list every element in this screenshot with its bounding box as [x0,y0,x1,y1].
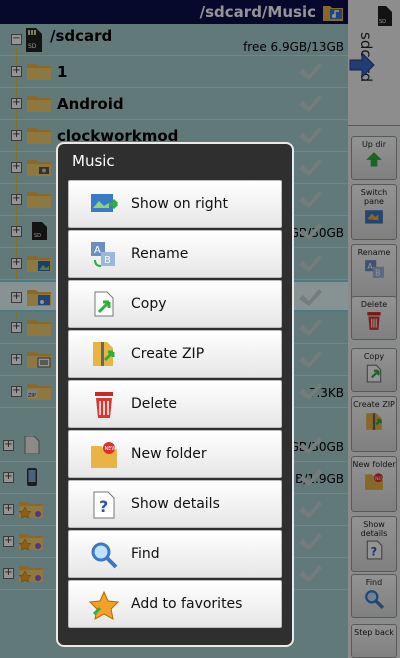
context-menu-dialog: Music Show on right A B Rename Copy Create ZI… [56,142,294,647]
menu-item-new-folder[interactable]: NEW New folder [68,430,282,478]
star-icon [89,590,119,620]
svg-text:?: ? [99,497,108,516]
svg-text:A: A [94,245,101,256]
menu-item-add-to-favorites[interactable]: Add to favorites [68,580,282,628]
rename-icon: AB [91,242,115,267]
menu-item-show-on-right[interactable]: Show on right [68,180,282,228]
magnifier-icon [91,542,118,569]
new-folder-icon: NEW [91,442,117,468]
menu-item-label: Delete [131,396,177,412]
menu-item-label: Show on right [131,196,229,212]
copy-icon [94,291,114,317]
menu-item-create-zip[interactable]: Create ZIP [68,330,282,378]
menu-item-label: Create ZIP [131,346,205,362]
svg-text:B: B [104,255,111,266]
menu-item-rename[interactable]: A B Rename [68,230,282,278]
menu-item-copy[interactable]: Copy [68,280,282,328]
details-icon: ? [93,491,115,519]
dialog-title: Music [72,152,115,170]
show-on-right-icon [91,194,119,212]
menu-item-label: Rename [131,246,189,262]
menu-item-find[interactable]: Find [68,530,282,578]
menu-item-delete[interactable]: Delete [68,380,282,428]
menu-item-label: Copy [131,296,167,312]
menu-item-show-details[interactable]: ? Show details [68,480,282,528]
menu-item-label: Add to favorites [131,596,243,612]
file-manager-screen: − SD /sdcard free 6.9GB/13GB +1 + Android +… [0,0,400,658]
menu-item-label: Find [131,546,160,562]
menu-item-label: Show details [131,496,220,512]
svg-text:NEW: NEW [105,446,117,452]
zip-icon [93,342,115,366]
menu-item-label: New folder [131,446,207,462]
trash-icon [95,392,113,418]
